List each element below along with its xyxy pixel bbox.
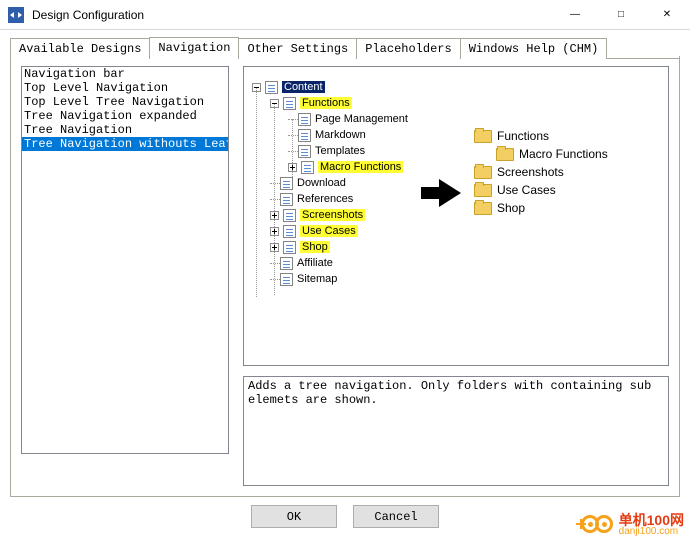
maximize-button[interactable]: □	[598, 0, 644, 29]
tree-node-label: Page Management	[315, 113, 408, 125]
tabstrip: Available Designs Navigation Other Setti…	[0, 30, 690, 58]
page-icon	[301, 161, 314, 174]
ok-button[interactable]: OK	[251, 505, 337, 528]
page-icon	[280, 177, 293, 190]
page-icon	[280, 273, 293, 286]
preview-result: Functions Macro Functions Screenshots Us…	[474, 127, 608, 217]
description-box: Adds a tree navigation. Only folders wit…	[243, 376, 669, 486]
list-item[interactable]: Navigation bar	[22, 67, 228, 81]
tab-panel: Navigation bar Top Level Navigation Top …	[10, 56, 680, 497]
expand-toggle-icon	[252, 83, 261, 92]
tree-node-label: References	[297, 193, 353, 205]
page-icon	[283, 97, 296, 110]
cancel-button[interactable]: Cancel	[353, 505, 439, 528]
folder-label: Macro Functions	[519, 147, 608, 161]
titlebar: Design Configuration — □ ✕	[0, 0, 690, 30]
page-icon	[280, 257, 293, 270]
page-icon	[283, 241, 296, 254]
page-icon	[283, 209, 296, 222]
tree-node-label: Markdown	[315, 129, 366, 141]
preview-panel: Content Functions Page Management Markdo…	[243, 66, 669, 366]
folder-label: Shop	[497, 201, 525, 215]
page-icon	[298, 113, 311, 126]
expand-toggle-icon	[270, 99, 279, 108]
tree-node-label: Sitemap	[297, 273, 337, 285]
app-icon	[8, 7, 24, 23]
collapse-toggle-icon	[270, 243, 279, 252]
list-item[interactable]: Tree Navigation expanded	[22, 109, 228, 123]
tree-node-label: Shop	[300, 241, 330, 253]
collapse-toggle-icon	[270, 211, 279, 220]
tree-root-label: Content	[282, 81, 325, 93]
folder-icon	[474, 184, 492, 197]
watermark-text: 单机100网 danji100.com	[619, 513, 684, 537]
list-item[interactable]: Tree Navigation	[22, 123, 228, 137]
page-icon	[280, 193, 293, 206]
collapse-toggle-icon	[270, 227, 279, 236]
collapse-toggle-icon	[288, 163, 297, 172]
folder-label: Screenshots	[497, 165, 564, 179]
list-item[interactable]: Top Level Tree Navigation	[22, 95, 228, 109]
page-icon	[298, 129, 311, 142]
folder-icon	[474, 166, 492, 179]
navigation-type-list[interactable]: Navigation bar Top Level Navigation Top …	[21, 66, 229, 454]
tree-node-label: Affiliate	[297, 257, 333, 269]
tree-node-label: Templates	[315, 145, 365, 157]
watermark: 单机100网 danji100.com	[581, 513, 684, 537]
folder-icon	[474, 202, 492, 215]
tree-node-label: Use Cases	[300, 225, 358, 237]
window-title: Design Configuration	[32, 8, 552, 22]
close-button[interactable]: ✕	[644, 0, 690, 29]
list-item[interactable]: Top Level Navigation	[22, 81, 228, 95]
tab-navigation[interactable]: Navigation	[149, 37, 239, 59]
window-controls: — □ ✕	[552, 0, 690, 29]
minimize-button[interactable]: —	[552, 0, 598, 29]
arrow-icon	[439, 179, 461, 207]
folder-label: Use Cases	[497, 183, 556, 197]
folder-icon	[474, 130, 492, 143]
folder-label: Functions	[497, 129, 549, 143]
folder-icon	[496, 148, 514, 161]
tree-node-label: Download	[297, 177, 346, 189]
page-icon	[283, 225, 296, 238]
tree-node-label: Screenshots	[300, 209, 365, 221]
page-icon	[298, 145, 311, 158]
tree-node-label: Functions	[300, 97, 352, 109]
tree-node-label: Macro Functions	[318, 161, 403, 173]
watermark-icon	[581, 513, 615, 537]
list-item[interactable]: Tree Navigation withouts Leafs	[22, 137, 228, 151]
page-icon	[265, 81, 278, 94]
